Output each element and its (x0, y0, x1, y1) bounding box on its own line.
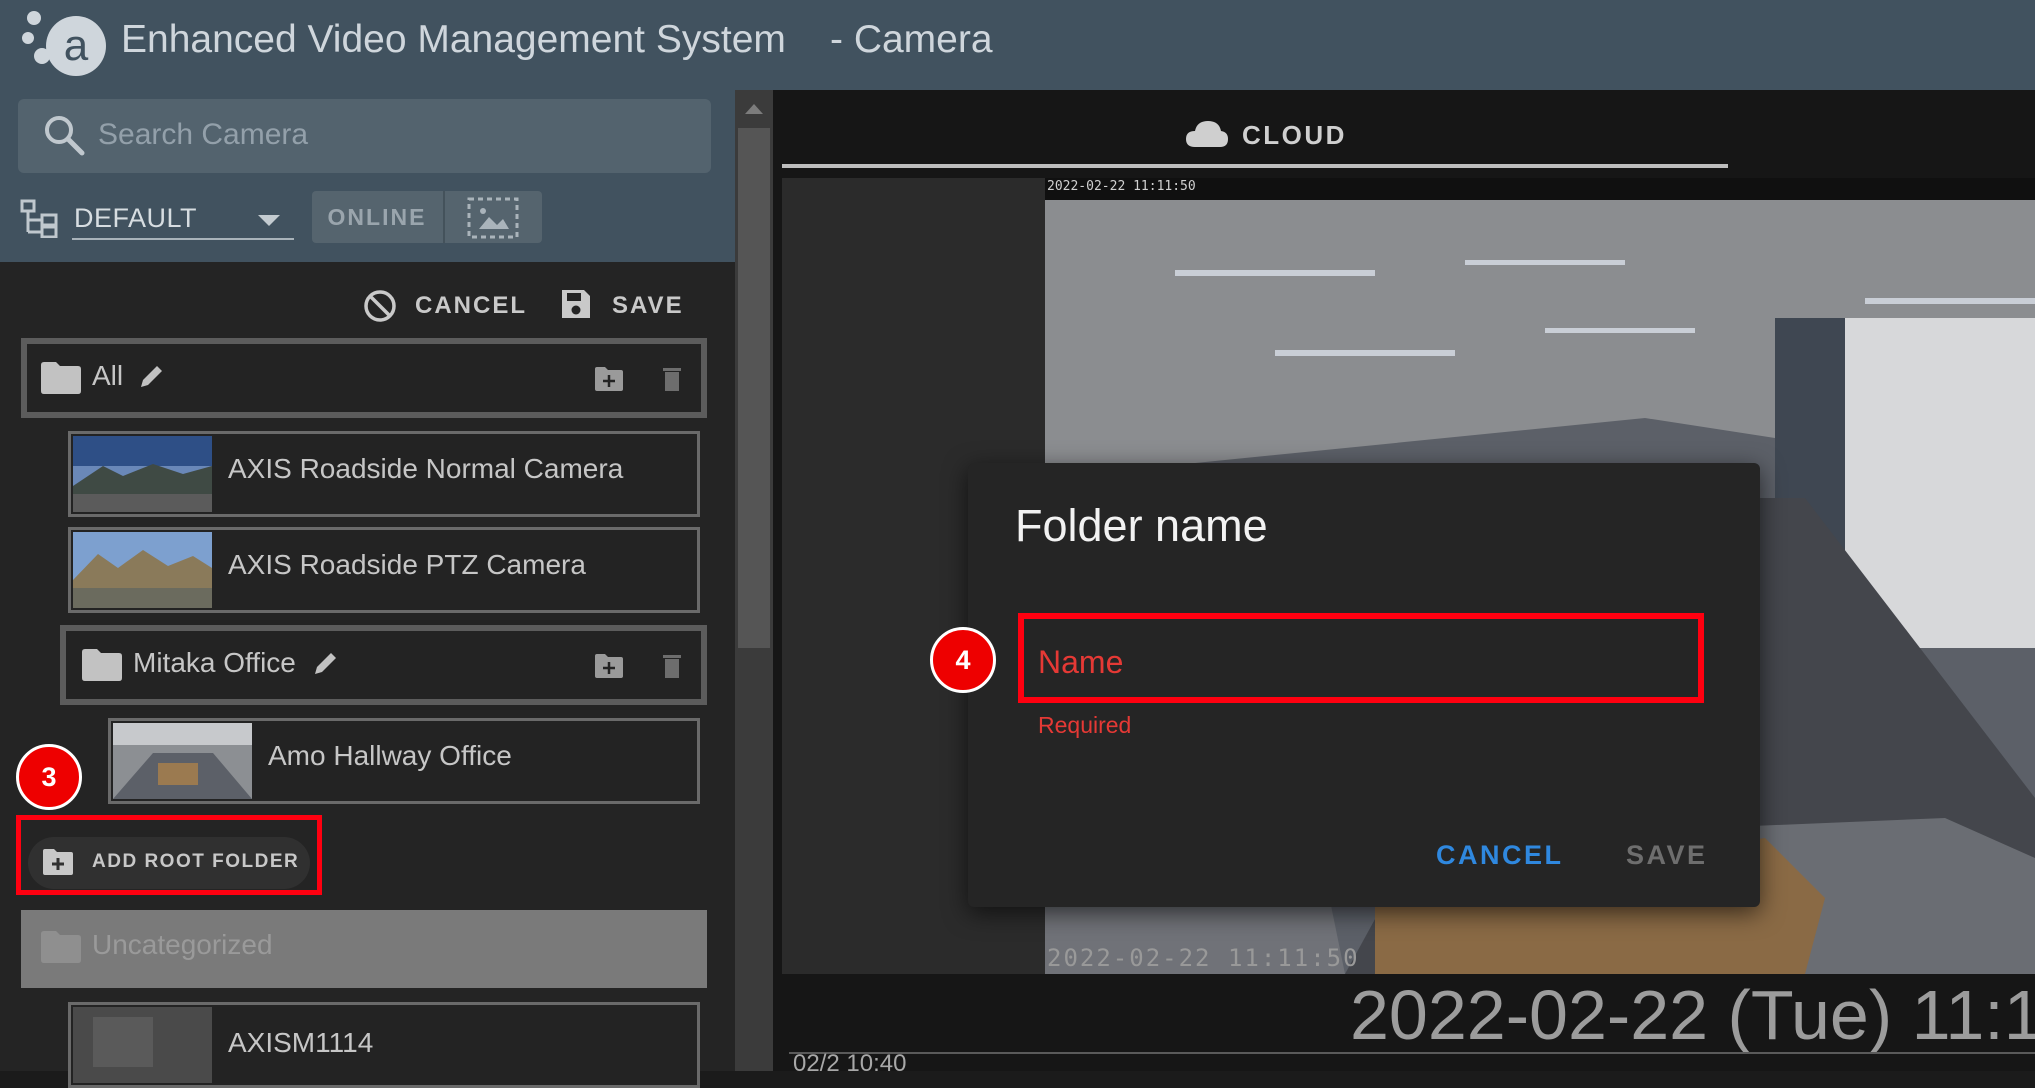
chevron-down-icon (258, 215, 280, 226)
camera-label: Amo Hallway Office (268, 740, 512, 771)
folder-icon (41, 931, 81, 963)
app-logo-icon: a (22, 11, 106, 76)
tree-cancel-button[interactable]: CANCEL (415, 292, 527, 320)
folder-label: All (92, 360, 124, 391)
dialog-cancel-button[interactable]: CANCEL (1436, 840, 1564, 871)
timeline-tick-label: 02/2 10:40 (793, 1050, 907, 1077)
tab-cloud-label: CLOUD (1242, 120, 1347, 150)
camera-label: AXIS Roadside PTZ Camera (228, 549, 586, 580)
add-subfolder-icon[interactable] (594, 653, 624, 679)
toggle-divider (443, 191, 445, 243)
step-marker: 3 (16, 744, 82, 810)
video-timestamp-watermark: 2022-02-22 11:11:50 (1047, 944, 1360, 972)
timeline[interactable] (789, 1052, 2035, 1073)
group-select-value: DEFAULT (74, 203, 198, 233)
current-datetime: 2022-02-22 (Tue) 11:14 (1350, 976, 2035, 1054)
page-title: - Camera (830, 18, 993, 61)
camera-thumbnail (73, 1007, 212, 1083)
folder-name-placeholder: Name (1038, 644, 1124, 680)
camera-label: AXISM1114 (228, 1027, 374, 1058)
camera-thumbnail (73, 436, 212, 512)
camera-thumbnail (113, 723, 252, 799)
tree-icon (20, 199, 58, 238)
cancel-icon (364, 290, 396, 322)
save-icon (562, 290, 590, 318)
scrollbar-thumb[interactable] (738, 128, 770, 648)
dialog-save-button[interactable]: SAVE (1626, 840, 1708, 871)
active-tab-indicator (782, 164, 1728, 168)
thumbnail-view-icon (467, 197, 519, 239)
folder-icon (82, 649, 122, 681)
pencil-icon[interactable] (312, 649, 340, 677)
online-filter-button[interactable]: ONLINE (312, 191, 442, 243)
trash-icon[interactable] (662, 366, 682, 392)
scroll-up-icon[interactable] (745, 104, 763, 114)
search-icon (45, 116, 85, 156)
camera-label: AXIS Roadside Normal Camera (228, 453, 624, 484)
annotation-highlight-add-root (16, 815, 322, 895)
folder-label: Mitaka Office (133, 647, 296, 678)
tree-save-button[interactable]: SAVE (612, 292, 684, 320)
app-title: Enhanced Video Management System (121, 18, 786, 61)
add-subfolder-icon[interactable] (594, 366, 624, 392)
cloud-icon (1186, 121, 1228, 147)
camera-thumbnail (73, 532, 212, 608)
folder-label: Uncategorized (92, 929, 273, 960)
field-error-message: Required (1038, 712, 1132, 738)
dialog-title: Folder name (1015, 500, 1268, 551)
step-marker: 4 (930, 627, 996, 693)
folder-icon (41, 362, 81, 394)
video-timestamp-overlay: 2022-02-22 11:11:50 (1047, 179, 1196, 194)
search-placeholder: Search Camera (98, 118, 309, 151)
svg-text:a: a (64, 21, 89, 70)
pencil-icon[interactable] (138, 362, 166, 390)
trash-icon[interactable] (662, 653, 682, 679)
